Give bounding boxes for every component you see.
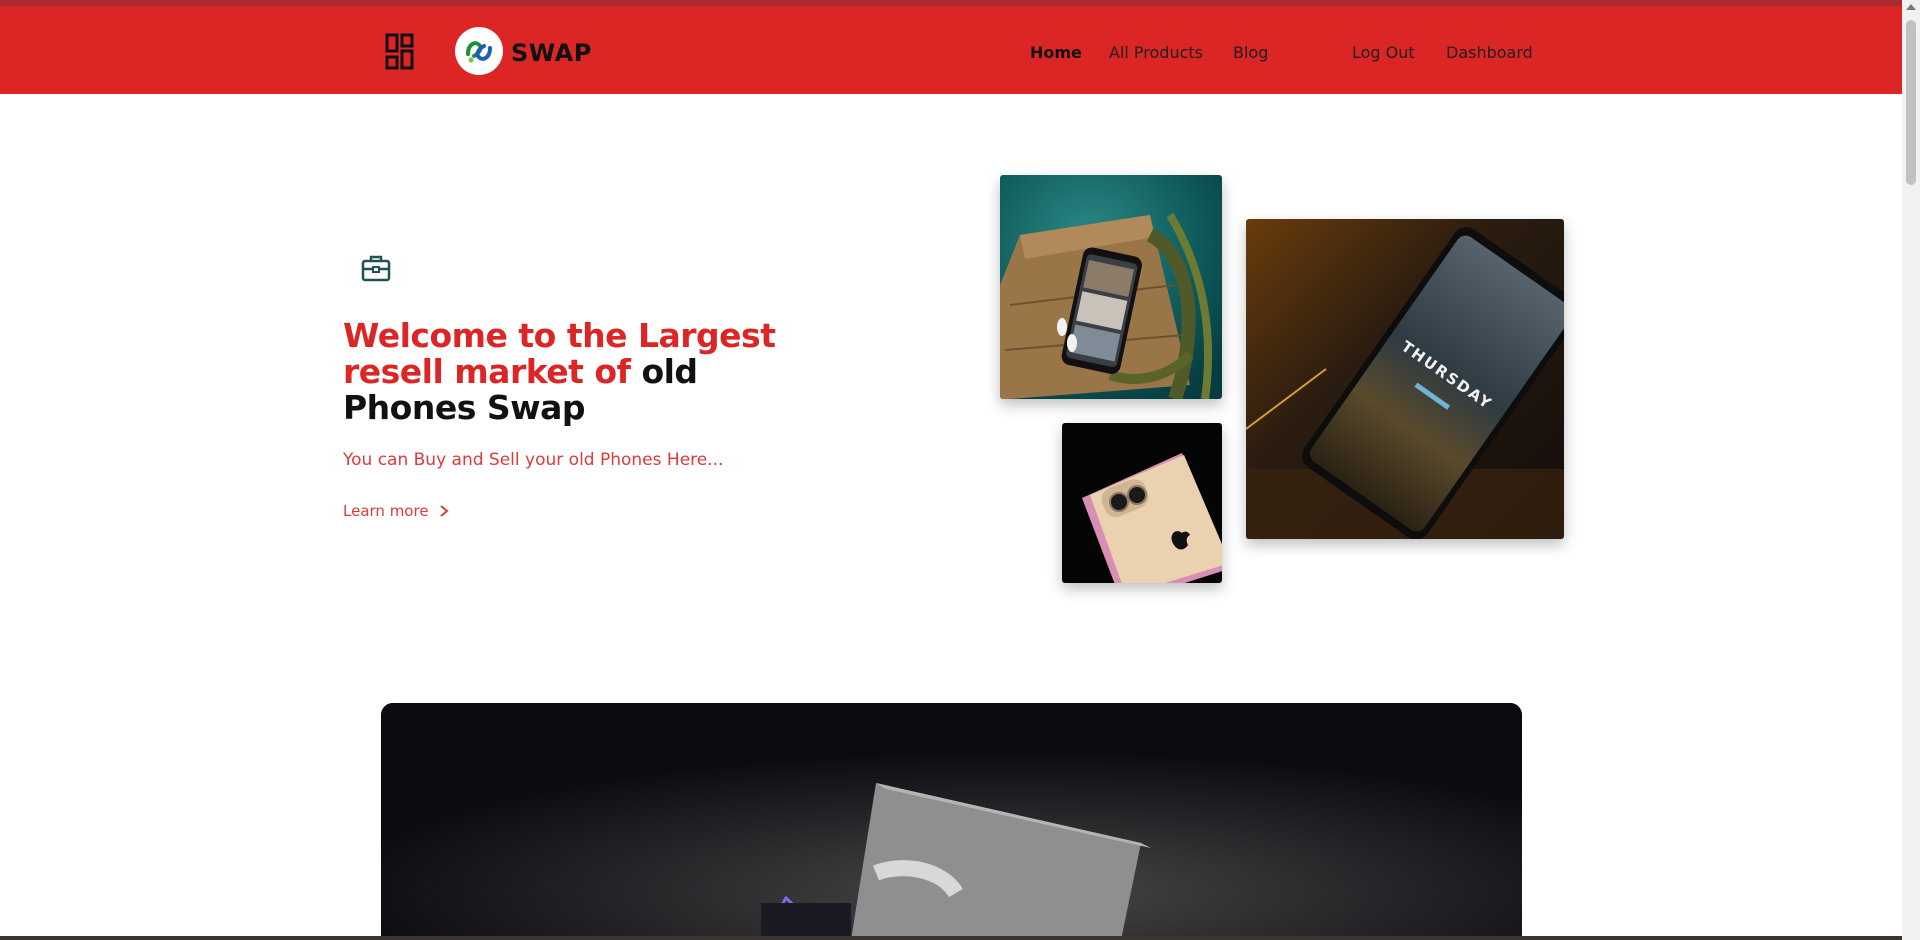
- navbar: SWAP Home All Products Blog Log Out Dash…: [0, 6, 1902, 94]
- learn-more-link[interactable]: Learn more: [343, 502, 449, 520]
- nav-home[interactable]: Home: [1030, 43, 1082, 62]
- chevron-right-icon: [439, 505, 449, 517]
- featured-banner-image: [381, 703, 1522, 940]
- phone-thursday-screen-photo: THURSDAY: [1246, 219, 1564, 539]
- bottom-edge: [0, 936, 1902, 940]
- brand-name[interactable]: SWAP: [511, 39, 592, 67]
- learn-more-label: Learn more: [343, 502, 429, 520]
- page-scrollbar[interactable]: [1902, 0, 1920, 940]
- nav-log-out[interactable]: Log Out: [1352, 43, 1415, 62]
- logo[interactable]: [455, 27, 503, 75]
- scrollbar-thumb[interactable]: [1906, 20, 1916, 185]
- nav-dashboard[interactable]: Dashboard: [1446, 43, 1533, 62]
- hero-subtitle: You can Buy and Sell your old Phones Her…: [343, 450, 724, 470]
- hero-title-highlight: Welcome to the Largest resell market of: [343, 316, 776, 391]
- briefcase-icon: [360, 253, 392, 283]
- iphone-in-box-photo: [1062, 423, 1222, 583]
- dashboard-grid-icon[interactable]: [385, 33, 415, 71]
- nav-blog[interactable]: Blog: [1233, 43, 1268, 62]
- swap-logo-icon: [466, 41, 492, 63]
- phone-on-wooden-table-photo: [1000, 175, 1222, 399]
- hero-title: Welcome to the Largest resell market of …: [343, 318, 803, 426]
- nav-all-products[interactable]: All Products: [1109, 43, 1203, 62]
- scroll-up-arrow-icon[interactable]: [1906, 4, 1916, 10]
